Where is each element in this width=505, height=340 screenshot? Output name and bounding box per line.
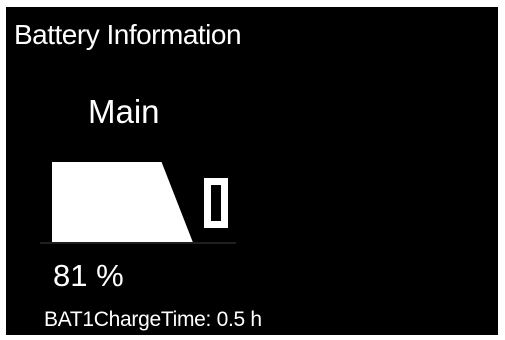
battery-name-label: Main	[88, 93, 160, 130]
page-title: Battery Information	[14, 19, 242, 50]
charge-time-label: BAT1ChargeTime: 0.5 h	[44, 308, 262, 331]
divider	[40, 242, 236, 244]
battery-info-screen: Battery Information Main 81 % BAT1Charge…	[6, 7, 498, 335]
battery-terminal-inner	[211, 185, 221, 221]
battery-percent: 81 %	[53, 258, 124, 293]
battery-icon	[52, 162, 228, 244]
